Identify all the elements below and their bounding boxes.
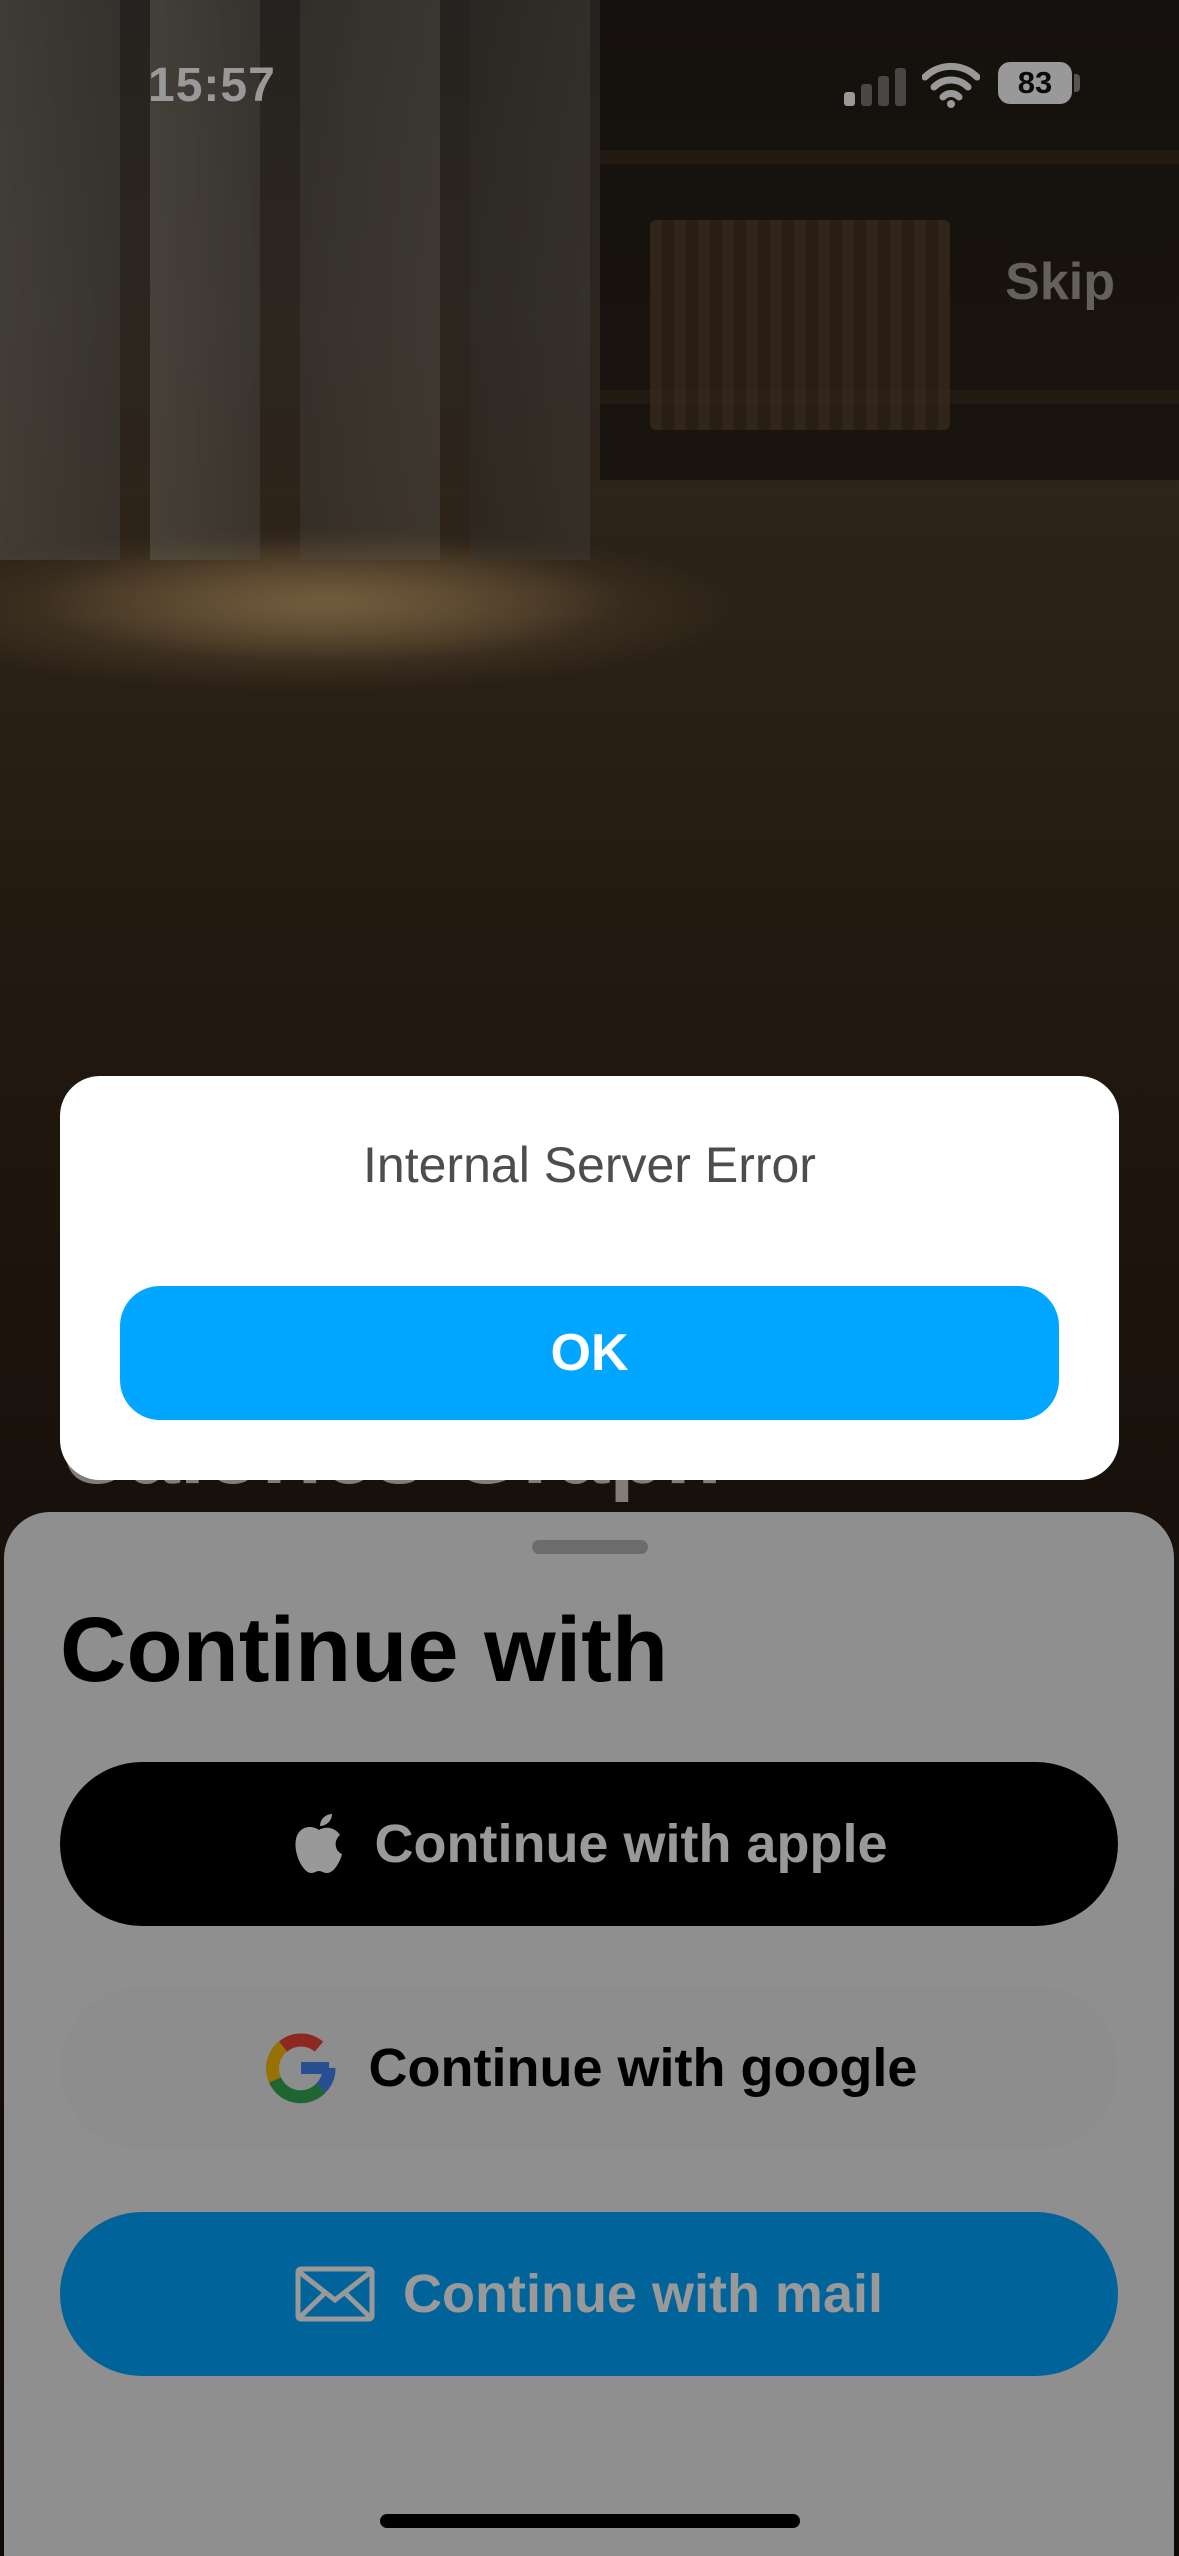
screen: 15:57 83 Skip Calories Graph Continue wi… bbox=[0, 0, 1179, 2556]
error-alert: Internal Server Error OK bbox=[60, 1076, 1119, 1480]
alert-message: Internal Server Error bbox=[363, 1137, 816, 1193]
ok-button[interactable]: OK bbox=[120, 1286, 1059, 1420]
